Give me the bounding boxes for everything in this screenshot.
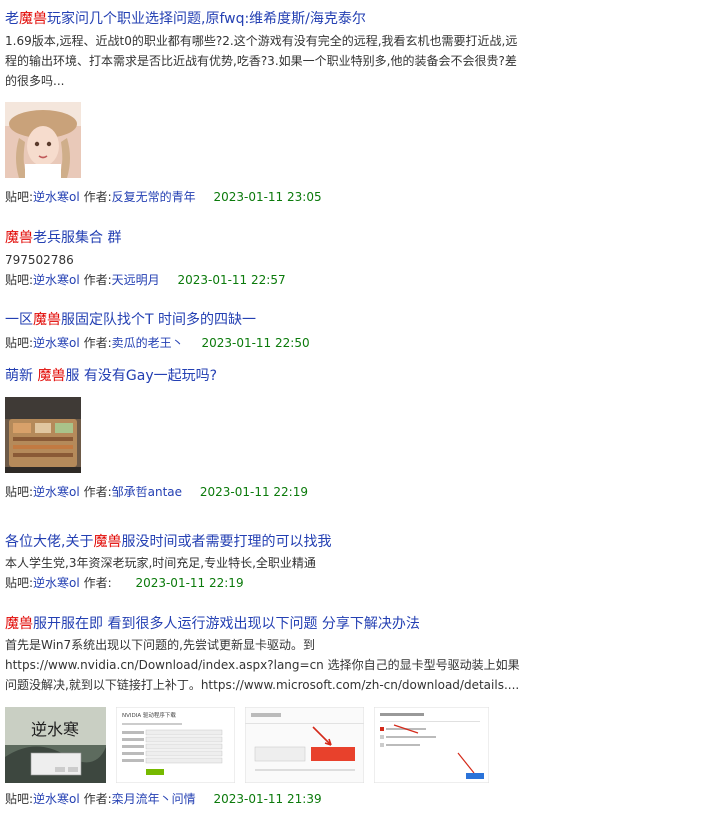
result-item: 萌新 魔兽服 有没有Gay一起玩吗? 贴吧:逆水寒ol 作者:邹承哲antae …	[5, 366, 710, 532]
result-title[interactable]: 魔兽老兵服集合 群	[5, 228, 121, 248]
result-meta: 贴吧:逆水寒ol 作者:栾月流年丶问情 2023-01-11 21:39	[5, 789, 322, 809]
forum-link[interactable]: 逆水寒ol	[33, 576, 80, 590]
title-keyword[interactable]: 魔兽	[93, 534, 121, 550]
thumbnail-image[interactable]: 逆水寒	[5, 707, 106, 783]
result-item: 魔兽服开服在即 看到很多人运行游戏出现以下问题 分享下解决办法 首先是Win7系…	[5, 614, 710, 822]
nvidia-title-text: NVIDIA 驱动程序下载	[122, 711, 176, 719]
title-suffix[interactable]: 服 有没有Gay一起玩吗?	[65, 368, 217, 384]
result-meta: 贴吧:逆水寒ol 作者: 2023-01-11 22:19	[5, 573, 244, 593]
forum-link[interactable]: 逆水寒ol	[33, 273, 80, 287]
author-label: 作者:	[83, 792, 112, 806]
result-summary: 1.69版本,远程、近战t0的职业都有哪些?2.这个游戏有没有完全的远程,我看玄…	[5, 34, 518, 88]
forum-label: 贴吧:	[5, 273, 34, 287]
title-prefix[interactable]: 老	[5, 11, 19, 27]
result-summary: 797502786	[5, 253, 74, 267]
search-results: 老魔兽玩家问几个职业选择问题,原fwq:维希度斯/海克泰尔 1.69版本,远程、…	[5, 0, 710, 822]
forum-link[interactable]: 逆水寒ol	[33, 792, 80, 806]
result-summary: 首先是Win7系统出现以下问题的,先尝试更新显卡驱动。到https://www.…	[5, 638, 520, 692]
author-label: 作者:	[83, 485, 112, 499]
result-title[interactable]: 各位大佬,关于魔兽服没时间或者需要打理的可以找我	[5, 532, 331, 552]
author-label: 作者:	[83, 190, 112, 204]
thumbnail-image[interactable]	[245, 707, 364, 783]
forum-label: 贴吧:	[5, 190, 34, 204]
title-keyword[interactable]: 魔兽	[37, 368, 65, 384]
result-meta: 贴吧:逆水寒ol 作者:邹承哲antae 2023-01-11 22:19	[5, 482, 308, 502]
game-logo-text: 逆水寒	[31, 720, 79, 739]
author-link[interactable]: 栾月流年丶问情	[112, 792, 196, 806]
author-label: 作者:	[83, 273, 112, 287]
title-keyword[interactable]: 魔兽	[5, 230, 33, 246]
result-meta: 贴吧:逆水寒ol 作者:卖瓜的老王丶 2023-01-11 22:50	[5, 333, 310, 353]
thumbnail-image[interactable]	[5, 397, 81, 473]
title-prefix[interactable]: 一区	[5, 312, 33, 328]
title-prefix[interactable]: 萌新	[5, 368, 37, 384]
post-date: 2023-01-11 22:57	[177, 273, 286, 287]
title-prefix[interactable]: 各位大佬,关于	[5, 534, 93, 550]
author-link[interactable]: 邹承哲antae	[112, 485, 182, 499]
forum-link[interactable]: 逆水寒ol	[33, 336, 80, 350]
result-item: 各位大佬,关于魔兽服没时间或者需要打理的可以找我 本人学生党,3年资深老玩家,时…	[5, 532, 710, 614]
title-suffix[interactable]: 服固定队找个T 时间多的四缺一	[61, 312, 256, 328]
title-suffix[interactable]: 服没时间或者需要打理的可以找我	[121, 534, 331, 550]
forum-link[interactable]: 逆水寒ol	[33, 485, 80, 499]
thumbnail-image[interactable]	[5, 102, 81, 178]
forum-link[interactable]: 逆水寒ol	[33, 190, 80, 204]
title-suffix[interactable]: 老兵服集合 群	[33, 230, 121, 246]
result-item: 一区魔兽服固定队找个T 时间多的四缺一 贴吧:逆水寒ol 作者:卖瓜的老王丶 2…	[5, 310, 710, 366]
forum-label: 贴吧:	[5, 576, 34, 590]
result-title[interactable]: 一区魔兽服固定队找个T 时间多的四缺一	[5, 310, 256, 330]
author-link[interactable]: 天远明月	[112, 273, 160, 287]
result-title[interactable]: 老魔兽玩家问几个职业选择问题,原fwq:维希度斯/海克泰尔	[5, 9, 366, 29]
post-date: 2023-01-11 22:50	[201, 336, 310, 350]
thumbnail-image[interactable]: NVIDIA 驱动程序下载	[116, 707, 235, 783]
result-meta: 贴吧:逆水寒ol 作者:天远明月 2023-01-11 22:57	[5, 270, 286, 290]
result-title[interactable]: 萌新 魔兽服 有没有Gay一起玩吗?	[5, 366, 217, 386]
post-date: 2023-01-11 22:19	[199, 485, 308, 499]
post-date: 2023-01-11 22:19	[135, 576, 244, 590]
forum-label: 贴吧:	[5, 792, 34, 806]
author-label: 作者:	[83, 576, 112, 590]
author-label: 作者:	[83, 336, 112, 350]
title-suffix[interactable]: 服开服在即 看到很多人运行游戏出现以下问题 分享下解决办法	[33, 616, 420, 632]
result-item: 魔兽老兵服集合 群 797502786 贴吧:逆水寒ol 作者:天远明月 202…	[5, 216, 710, 310]
forum-label: 贴吧:	[5, 485, 34, 499]
author-link[interactable]: 卖瓜的老王丶	[112, 336, 184, 350]
forum-label: 贴吧:	[5, 336, 34, 350]
title-keyword[interactable]: 魔兽	[19, 11, 47, 27]
title-keyword[interactable]: 魔兽	[5, 616, 33, 632]
result-meta: 贴吧:逆水寒ol 作者:反复无常的青年 2023-01-11 23:05	[5, 187, 322, 207]
title-suffix[interactable]: 玩家问几个职业选择问题,原fwq:维希度斯/海克泰尔	[47, 11, 366, 27]
result-title[interactable]: 魔兽服开服在即 看到很多人运行游戏出现以下问题 分享下解决办法	[5, 614, 420, 634]
result-summary: 本人学生党,3年资深老玩家,时间充足,专业特长,全职业精通	[5, 556, 316, 570]
thumbnail-image[interactable]	[374, 707, 489, 783]
post-date: 2023-01-11 23:05	[213, 190, 322, 204]
title-keyword[interactable]: 魔兽	[33, 312, 61, 328]
post-date: 2023-01-11 21:39	[213, 792, 322, 806]
result-item: 老魔兽玩家问几个职业选择问题,原fwq:维希度斯/海克泰尔 1.69版本,远程、…	[5, 0, 710, 216]
author-link[interactable]: 反复无常的青年	[112, 190, 196, 204]
